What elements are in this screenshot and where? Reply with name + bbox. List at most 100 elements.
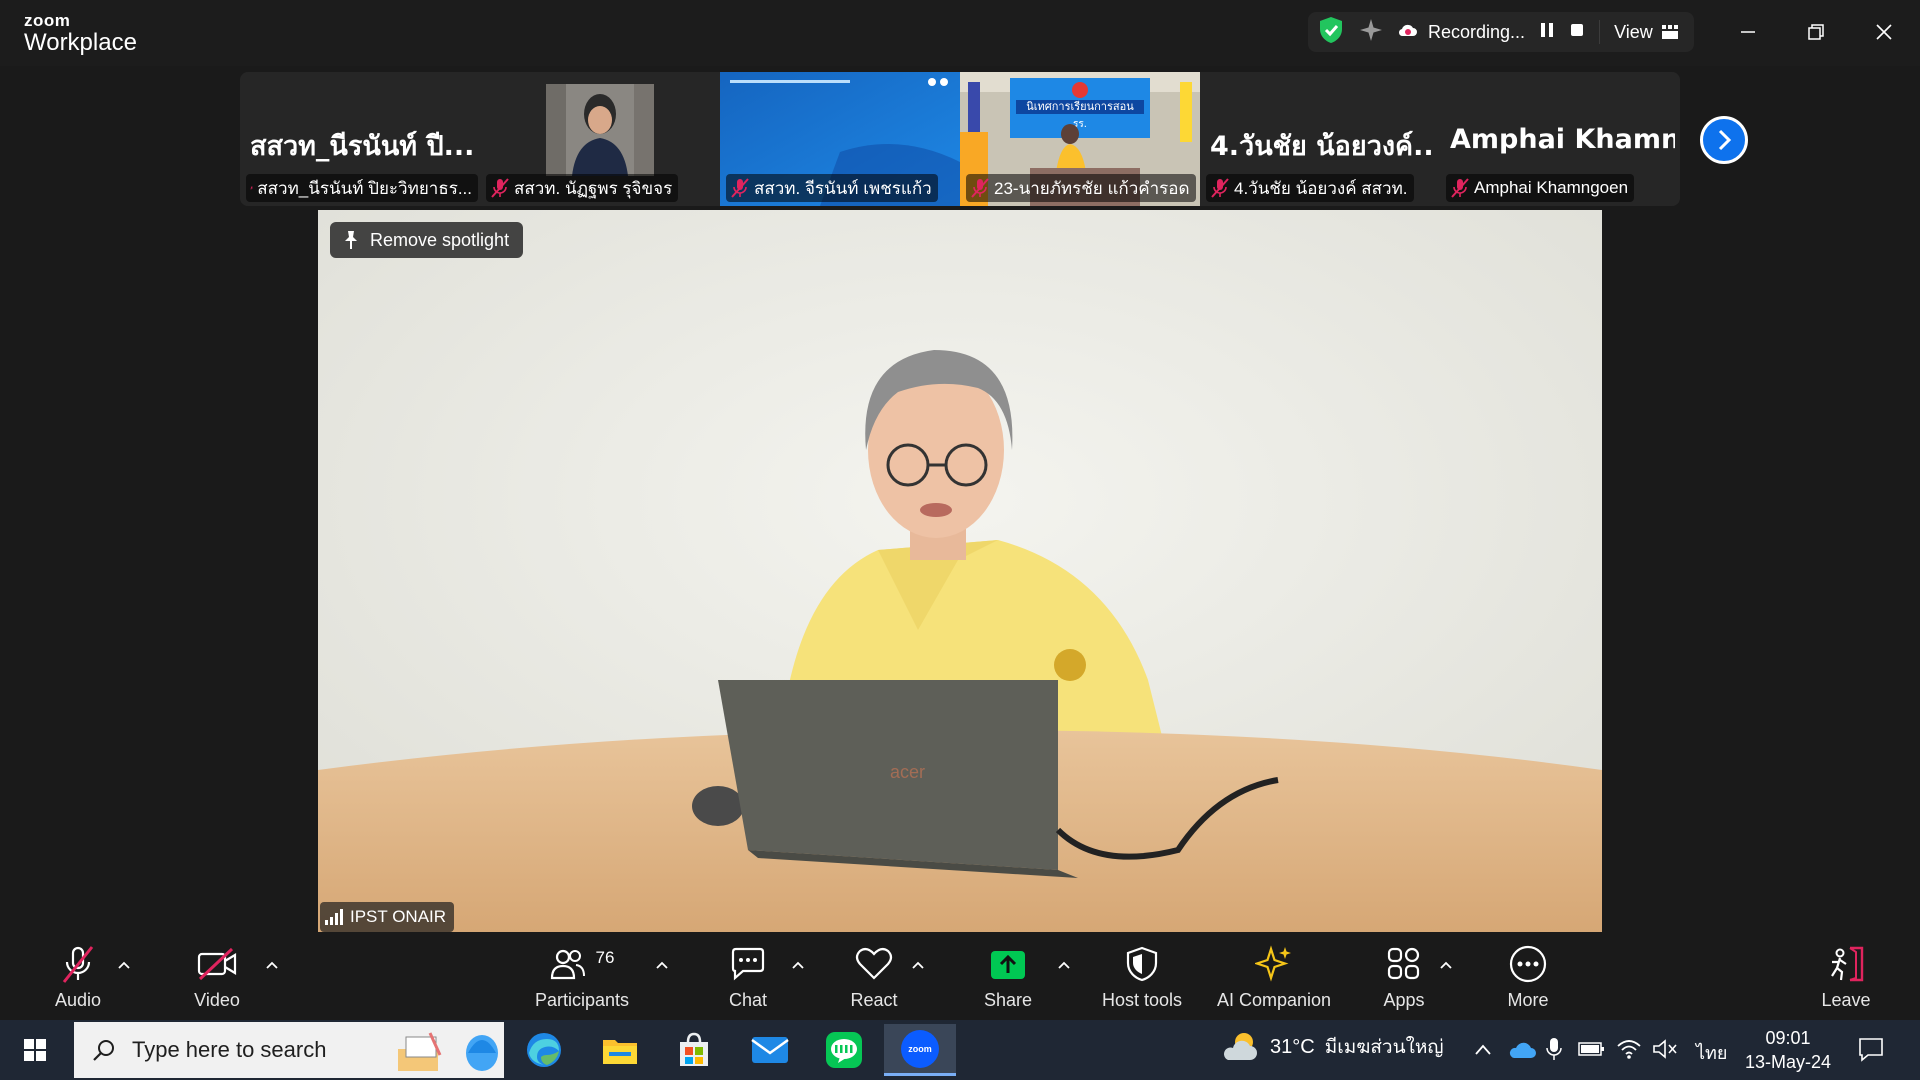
audio-options-caret-icon[interactable] bbox=[116, 958, 132, 974]
share-screen-icon bbox=[991, 951, 1025, 979]
participant-tile[interactable]: Amphai Khamn... Amphai Khamngoen bbox=[1440, 72, 1680, 206]
heart-icon bbox=[855, 947, 893, 980]
search-placeholder: Type here to search bbox=[132, 1037, 327, 1062]
laptop-brand-text: acer bbox=[890, 762, 925, 782]
participants-button[interactable]: 76 Participants bbox=[532, 942, 632, 1020]
microphone-in-use-icon[interactable] bbox=[1546, 1036, 1562, 1062]
muted-microphone-icon bbox=[62, 946, 94, 983]
leave-button[interactable]: Leave bbox=[1816, 942, 1876, 1020]
remove-spotlight-label: Remove spotlight bbox=[370, 229, 510, 250]
battery-icon[interactable] bbox=[1578, 1040, 1606, 1058]
search-icon bbox=[93, 1040, 114, 1061]
chat-button[interactable]: Chat bbox=[718, 942, 778, 1020]
meeting-status-pill: Recording... View bbox=[1308, 12, 1694, 52]
participants-options-caret-icon[interactable] bbox=[654, 958, 670, 974]
microsoft-store-app[interactable] bbox=[658, 1024, 730, 1076]
start-button[interactable] bbox=[0, 1024, 70, 1076]
muted-mic-icon bbox=[1211, 178, 1229, 198]
input-language-indicator[interactable]: ไทย bbox=[1696, 1038, 1727, 1067]
chevron-right-icon bbox=[1718, 129, 1732, 151]
minimize-button[interactable] bbox=[1728, 14, 1768, 50]
react-label: React bbox=[850, 990, 898, 1010]
shield-icon bbox=[1126, 946, 1158, 982]
wifi-icon[interactable] bbox=[1616, 1038, 1642, 1060]
zoom-workplace-logo: zoom Workplace bbox=[24, 12, 137, 55]
leave-label: Leave bbox=[1821, 990, 1871, 1010]
video-button[interactable]: Video bbox=[186, 942, 248, 1020]
view-label: View bbox=[1614, 21, 1653, 42]
host-tools-button[interactable]: Host tools bbox=[1096, 942, 1188, 1020]
brand-small: zoom bbox=[24, 11, 71, 30]
pause-recording-icon[interactable] bbox=[1539, 21, 1555, 44]
clock[interactable]: 09:01 13-May-24 bbox=[1740, 1026, 1836, 1074]
muted-mic-icon bbox=[731, 178, 749, 198]
video-options-caret-icon[interactable] bbox=[264, 958, 280, 974]
pill-divider bbox=[1599, 20, 1601, 44]
muted-mic-icon bbox=[1451, 178, 1469, 198]
mail-app[interactable] bbox=[734, 1024, 806, 1076]
notification-center-icon[interactable] bbox=[1858, 1036, 1884, 1062]
stop-recording-icon[interactable] bbox=[1569, 22, 1585, 43]
tile-name-label: 4.วันชัย น้อยวงค์ สสวท. bbox=[1206, 174, 1414, 202]
tile-name-label: สสวท. จีรนันท์ เพชรแก้ว bbox=[726, 174, 938, 202]
participant-tile[interactable]: นิเทศการเรียนการสอน รร. 23-นายภัทรชัย แก… bbox=[960, 72, 1200, 206]
ai-companion-sparkle-icon bbox=[1255, 945, 1291, 982]
apps-button[interactable]: Apps bbox=[1374, 942, 1434, 1020]
ai-companion-button[interactable]: AI Companion bbox=[1212, 942, 1336, 1020]
participants-icon bbox=[550, 949, 585, 980]
participant-tile[interactable]: สสวท. นัฏฐพร รุจิขจร bbox=[480, 72, 720, 206]
folder-icon bbox=[603, 1040, 637, 1064]
recording-label: Recording... bbox=[1428, 21, 1526, 42]
share-options-caret-icon[interactable] bbox=[1056, 958, 1072, 974]
zoom-app[interactable]: zoom bbox=[884, 1024, 956, 1076]
tile-name: สสวท. จีรนันท์ เพชรแก้ว bbox=[754, 178, 932, 198]
encryption-shield-icon[interactable] bbox=[1318, 16, 1344, 49]
share-button[interactable]: Share bbox=[976, 942, 1040, 1020]
windows-logo-icon bbox=[24, 1039, 46, 1061]
show-hidden-icons-chevron-icon[interactable] bbox=[1474, 1042, 1492, 1058]
taskbar-search-box[interactable]: Type here to search bbox=[74, 1022, 504, 1078]
onedrive-cloud-icon[interactable] bbox=[1508, 1040, 1536, 1060]
ai-sparkle-icon[interactable] bbox=[1358, 17, 1384, 48]
more-options-icon bbox=[1509, 945, 1547, 983]
weather-widget[interactable]: 31°C มีเมฆส่วนใหญ่ bbox=[1220, 1030, 1444, 1064]
react-button[interactable]: React bbox=[844, 942, 904, 1020]
weather-description: มีเมฆส่วนใหญ่ bbox=[1324, 1037, 1444, 1058]
audio-label: Audio bbox=[54, 990, 102, 1010]
pin-icon bbox=[345, 231, 357, 249]
line-app[interactable] bbox=[808, 1024, 880, 1076]
file-explorer-app[interactable] bbox=[584, 1024, 656, 1076]
speaker-video-feed: acer bbox=[318, 210, 1602, 932]
chat-options-caret-icon[interactable] bbox=[790, 958, 806, 974]
participants-count: 76 bbox=[595, 948, 615, 967]
next-page-button[interactable] bbox=[1700, 116, 1748, 164]
speaker-muted-icon[interactable] bbox=[1652, 1038, 1678, 1060]
share-label: Share bbox=[983, 990, 1033, 1010]
close-window-button[interactable] bbox=[1864, 14, 1904, 50]
participant-tile[interactable]: สสวท. จีรนันท์ เพชรแก้ว bbox=[720, 72, 960, 206]
tile-name: Amphai Khamngoen bbox=[1474, 178, 1629, 197]
tile-name-label: สสวท_นีรนันท์ ปิยะวิทยาธร... bbox=[246, 174, 478, 202]
participant-tile[interactable]: สสวท_นีรนันท์ ปี... สสวท_นีรนันท์ ปิยะวิ… bbox=[240, 72, 480, 206]
clock-time: 09:01 bbox=[1765, 1028, 1811, 1048]
edge-browser-app[interactable] bbox=[508, 1024, 580, 1076]
react-options-caret-icon[interactable] bbox=[910, 958, 926, 974]
view-button[interactable]: View bbox=[1614, 22, 1679, 43]
more-button[interactable]: More bbox=[1498, 942, 1558, 1020]
muted-mic-icon bbox=[250, 186, 254, 190]
restore-button[interactable] bbox=[1796, 14, 1836, 50]
tile-display-name: สสวท_นีรนันท์ ปี... bbox=[250, 131, 475, 162]
partly-cloudy-icon bbox=[1224, 1033, 1257, 1060]
tile-name: 4.วันชัย น้อยวงค์ สสวท. bbox=[1234, 178, 1408, 198]
remove-spotlight-button[interactable]: Remove spotlight bbox=[330, 222, 524, 258]
signal-strength-icon bbox=[325, 909, 343, 925]
video-off-icon bbox=[197, 947, 237, 981]
audio-button[interactable]: Audio bbox=[48, 942, 108, 1020]
apps-options-caret-icon[interactable] bbox=[1438, 958, 1454, 974]
participants-label: Participants bbox=[534, 990, 630, 1010]
tile-display-name: Amphai Khamn... bbox=[1450, 124, 1675, 155]
brand-big: Workplace bbox=[24, 29, 137, 56]
participant-tile[interactable]: 4.วันชัย น้อยวงค์... 4.วันชัย น้อยวงค์ ส… bbox=[1200, 72, 1440, 206]
tile-name-label: 23-นายภัทรชัย แก้วคำรอด bbox=[966, 174, 1196, 202]
muted-mic-icon bbox=[491, 178, 509, 198]
